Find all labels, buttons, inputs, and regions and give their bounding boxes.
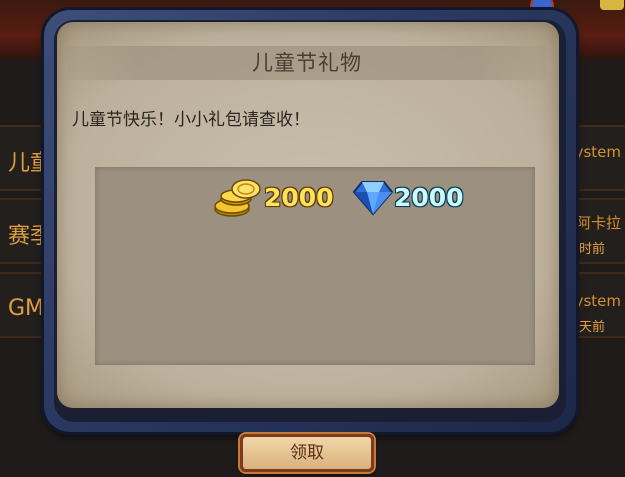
diamond-reward: 2000 xyxy=(352,176,464,218)
gold-coins-icon xyxy=(214,179,261,217)
diamond-amount: 2000 xyxy=(394,182,464,212)
gold-amount: 2000 xyxy=(264,182,334,212)
mail-item-title: GM xyxy=(8,296,45,321)
dialog-title: 儿童节礼物 xyxy=(252,51,362,75)
mail-item-time: 天前 xyxy=(578,320,605,335)
claim-button[interactable]: 领取 xyxy=(240,434,374,472)
mail-item-sender: 阿卡拉 xyxy=(575,214,621,232)
gold-reward: 2000 xyxy=(212,176,334,218)
diamond-icon xyxy=(352,181,394,216)
dialog-message: 儿童节快乐！小小礼包请查收！ xyxy=(72,110,310,130)
mail-item-sender: ystem xyxy=(574,292,621,310)
corner-coin-icon xyxy=(600,0,624,10)
claim-button-label: 领取 xyxy=(290,443,324,463)
mail-item-sender: ystem xyxy=(574,143,621,161)
